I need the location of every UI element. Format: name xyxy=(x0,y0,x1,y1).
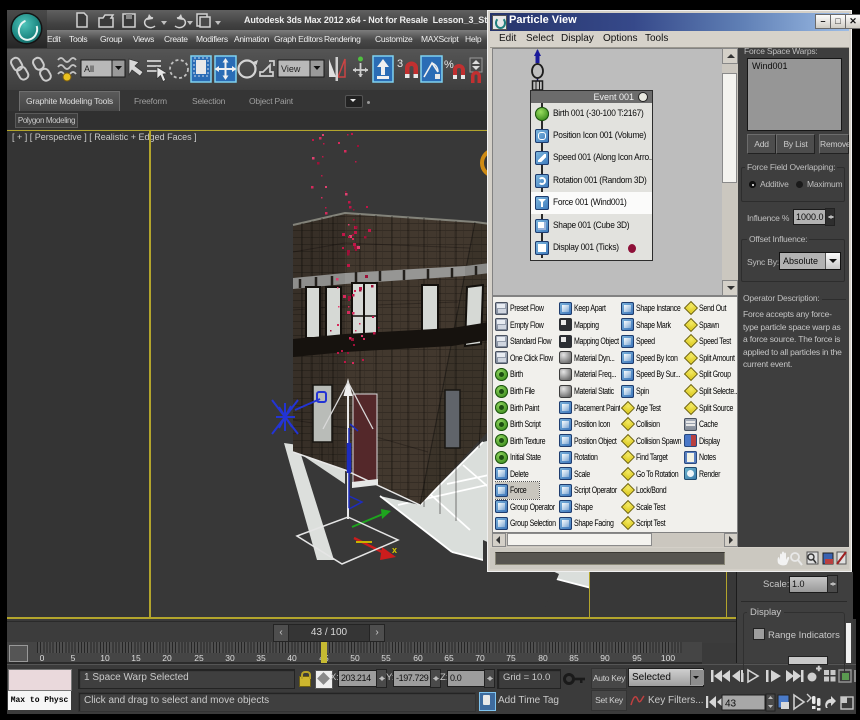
svg-text:All: All xyxy=(84,64,94,74)
svg-text:%: % xyxy=(444,59,454,71)
svg-text:x: x xyxy=(392,545,397,555)
svg-text:View: View xyxy=(281,64,301,74)
svg-text:43: 43 xyxy=(725,699,737,710)
svg-text:3: 3 xyxy=(397,58,403,70)
